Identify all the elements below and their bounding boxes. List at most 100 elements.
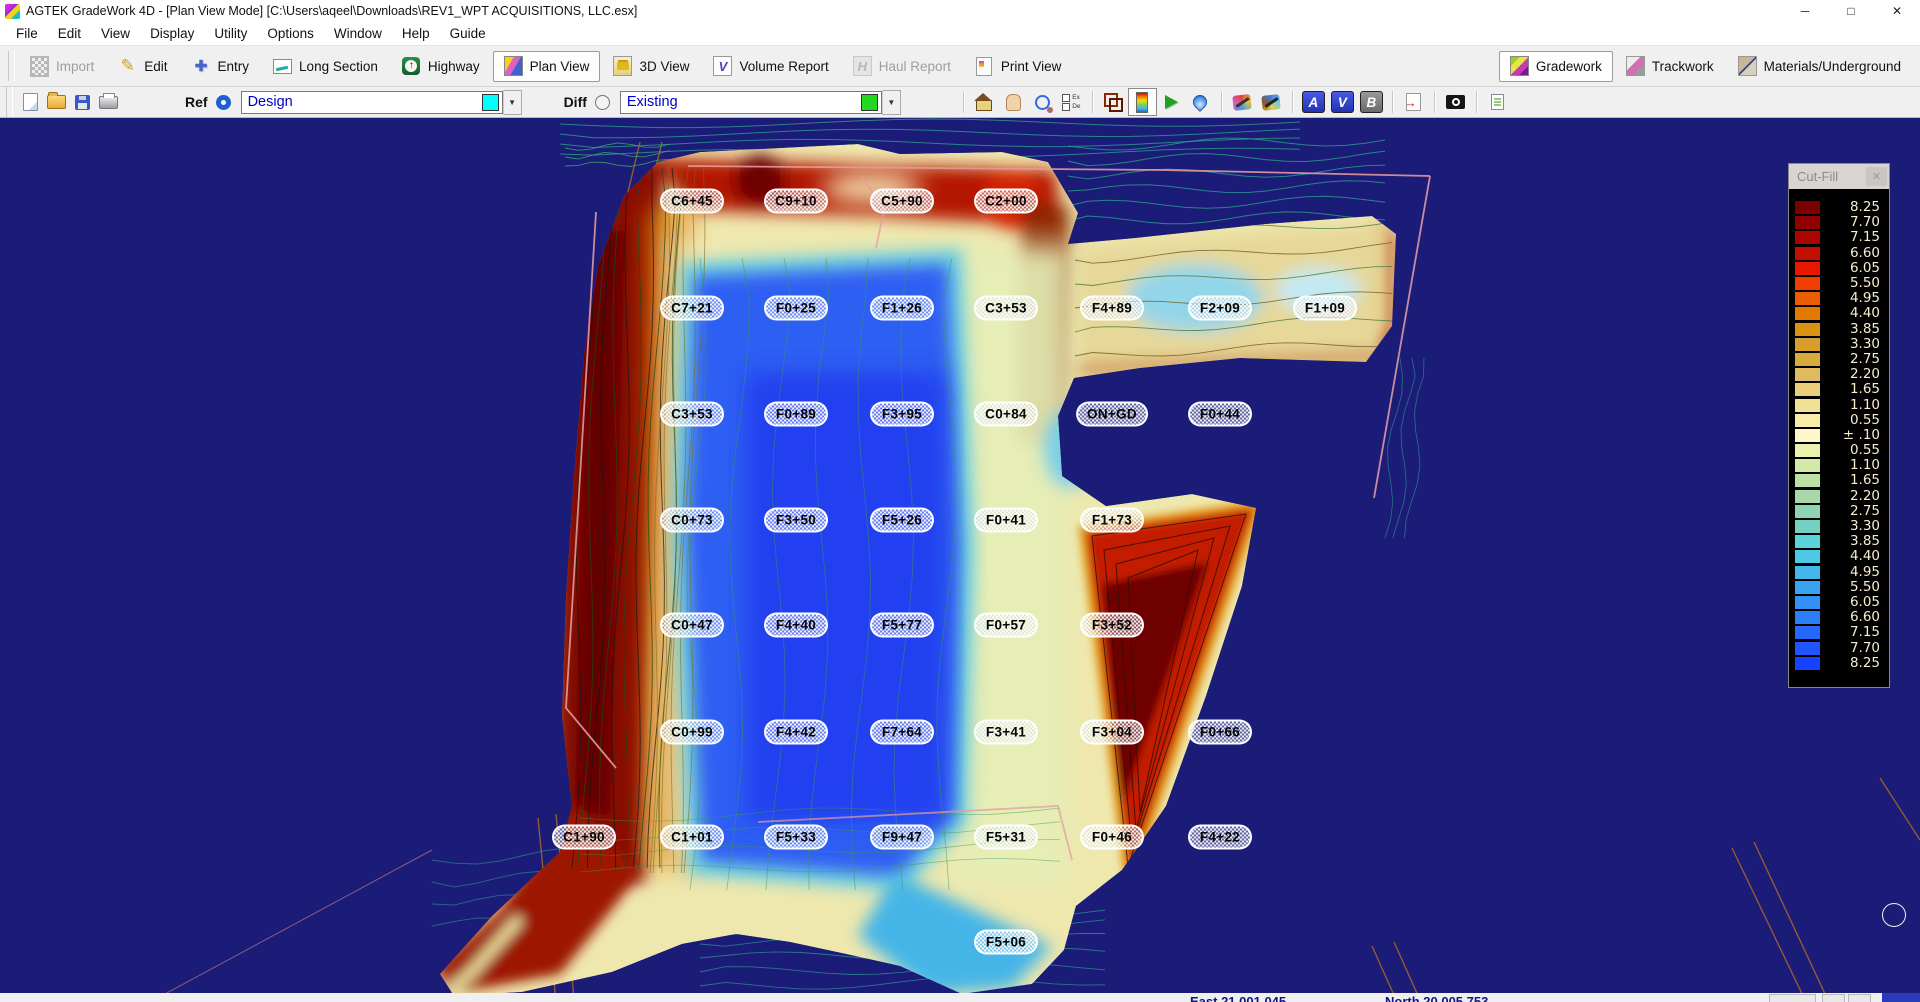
- station-label[interactable]: F3+95: [870, 402, 934, 427]
- station-label[interactable]: F5+06: [974, 930, 1038, 955]
- station-label[interactable]: F4+40: [764, 613, 828, 638]
- station-label[interactable]: C7+21: [660, 296, 724, 321]
- station-label[interactable]: F3+52: [1080, 613, 1144, 638]
- camera-icon[interactable]: [1441, 88, 1470, 116]
- close-icon[interactable]: ✕: [1866, 167, 1887, 186]
- station-label[interactable]: F3+50: [764, 508, 828, 533]
- station-label[interactable]: C9+10: [764, 189, 828, 214]
- toolbar-button-volume-report[interactable]: VVolume Report: [702, 51, 839, 82]
- toolbar-button-print-view[interactable]: Print View: [964, 51, 1073, 82]
- station-label[interactable]: F1+73: [1080, 508, 1144, 533]
- station-label[interactable]: C6+45: [660, 189, 724, 214]
- diff-surface-select[interactable]: Existing: [620, 91, 882, 114]
- station-label[interactable]: C2+00: [974, 189, 1038, 214]
- toolbar-button-entry[interactable]: ✚Entry: [181, 51, 261, 82]
- station-label[interactable]: F0+25: [764, 296, 828, 321]
- ref-surface-select[interactable]: Design: [241, 91, 503, 114]
- station-label[interactable]: F5+77: [870, 613, 934, 638]
- color-ramp-icon[interactable]: [1128, 88, 1157, 116]
- station-label[interactable]: C1+01: [660, 825, 724, 850]
- station-label[interactable]: F4+42: [764, 720, 828, 745]
- erase-tools-icon[interactable]: [1257, 88, 1286, 116]
- station-label[interactable]: ON+GD: [1076, 402, 1148, 427]
- station-label[interactable]: C1+90: [552, 825, 616, 850]
- station-label[interactable]: F3+04: [1080, 720, 1144, 745]
- station-label[interactable]: C0+84: [974, 402, 1038, 427]
- station-label[interactable]: F7+64: [870, 720, 934, 745]
- legend-row: 1.65: [1795, 473, 1885, 488]
- menu-window[interactable]: Window: [324, 24, 392, 43]
- letter-b-icon[interactable]: B: [1357, 88, 1386, 116]
- surface-toolbar: Ref Design ▼ Diff Existing ▼ ExDeAVB: [0, 87, 1920, 118]
- toolbar-button-gradework[interactable]: Gradework: [1499, 51, 1613, 82]
- cutfill-terrain-map[interactable]: [0, 118, 1920, 993]
- station-label[interactable]: F4+89: [1080, 296, 1144, 321]
- station-label[interactable]: F0+46: [1080, 825, 1144, 850]
- report-doc-icon[interactable]: [1483, 88, 1512, 116]
- exde-toggle-icon[interactable]: ExDe: [1057, 88, 1086, 116]
- toolbar-button-materials-underground[interactable]: Materials/Underground: [1727, 51, 1912, 82]
- plan-view-canvas[interactable]: Cut-Fill ✕ 8.257.707.156.606.055.504.954…: [0, 118, 1920, 993]
- ref-radio[interactable]: [216, 95, 231, 110]
- home-icon[interactable]: [970, 88, 999, 116]
- letter-v-icon[interactable]: V: [1328, 88, 1357, 116]
- diff-dropdown-arrow-icon[interactable]: ▼: [882, 90, 901, 115]
- toolbar-button-trackwork[interactable]: Trackwork: [1615, 51, 1725, 82]
- menu-display[interactable]: Display: [140, 24, 204, 43]
- overlap-rects-icon[interactable]: [1099, 88, 1128, 116]
- toolbar-button-long-section[interactable]: Long Section: [262, 51, 389, 82]
- paint-tools-icon[interactable]: [1228, 88, 1257, 116]
- maximize-icon[interactable]: □: [1828, 0, 1874, 22]
- cutfill-legend-titlebar[interactable]: Cut-Fill ✕: [1789, 164, 1889, 189]
- station-label[interactable]: C3+53: [974, 296, 1038, 321]
- station-label[interactable]: C5+90: [870, 189, 934, 214]
- station-label[interactable]: F9+47: [870, 825, 934, 850]
- print-icon[interactable]: [95, 90, 121, 114]
- minimize-icon[interactable]: ─: [1782, 0, 1828, 22]
- zoom-select-icon[interactable]: [1028, 88, 1057, 116]
- station-label[interactable]: F1+09: [1293, 296, 1357, 321]
- water-drop-icon[interactable]: [1186, 88, 1215, 116]
- close-icon[interactable]: ✕: [1874, 0, 1920, 22]
- menu-guide[interactable]: Guide: [440, 24, 496, 43]
- menu-file[interactable]: File: [6, 24, 48, 43]
- station-label[interactable]: F5+31: [974, 825, 1038, 850]
- ref-dropdown-arrow-icon[interactable]: ▼: [503, 90, 522, 115]
- diff-radio[interactable]: [595, 95, 610, 110]
- export-pdf-icon[interactable]: [1399, 88, 1428, 116]
- station-label[interactable]: F1+26: [870, 296, 934, 321]
- menu-edit[interactable]: Edit: [48, 24, 91, 43]
- station-label[interactable]: F3+41: [974, 720, 1038, 745]
- menu-view[interactable]: View: [91, 24, 140, 43]
- toolbar-button-3d-view[interactable]: 3D View: [602, 51, 700, 82]
- legend-value: 8.25: [1820, 201, 1885, 214]
- toolbar-button-plan-view[interactable]: Plan View: [493, 51, 601, 82]
- station-label[interactable]: F5+33: [764, 825, 828, 850]
- open-file-icon[interactable]: [43, 90, 69, 114]
- station-label[interactable]: F4+22: [1188, 825, 1252, 850]
- menu-help[interactable]: Help: [392, 24, 440, 43]
- station-label[interactable]: F5+26: [870, 508, 934, 533]
- toolbar-button-edit[interactable]: ✎Edit: [107, 51, 178, 82]
- new-file-icon[interactable]: [17, 90, 43, 114]
- station-label[interactable]: F0+89: [764, 402, 828, 427]
- save-file-icon[interactable]: [69, 90, 95, 114]
- station-label[interactable]: C0+47: [660, 613, 724, 638]
- pan-hand-icon[interactable]: [999, 88, 1028, 116]
- menu-utility[interactable]: Utility: [204, 24, 257, 43]
- station-label[interactable]: C0+73: [660, 508, 724, 533]
- letter-a-icon[interactable]: A: [1299, 88, 1328, 116]
- menu-options[interactable]: Options: [257, 24, 324, 43]
- station-label[interactable]: F0+66: [1188, 720, 1252, 745]
- toolbar-button-label: Volume Report: [739, 59, 828, 74]
- diff-color-swatch[interactable]: [861, 94, 878, 111]
- station-label[interactable]: F0+57: [974, 613, 1038, 638]
- station-label[interactable]: F0+44: [1188, 402, 1252, 427]
- run-triangle-icon[interactable]: [1157, 88, 1186, 116]
- ref-color-swatch[interactable]: [482, 94, 499, 111]
- station-label[interactable]: F2+09: [1188, 296, 1252, 321]
- station-label[interactable]: C0+99: [660, 720, 724, 745]
- station-label[interactable]: C3+53: [660, 402, 724, 427]
- toolbar-button-highway[interactable]: Highway: [391, 51, 491, 82]
- station-label[interactable]: F0+41: [974, 508, 1038, 533]
